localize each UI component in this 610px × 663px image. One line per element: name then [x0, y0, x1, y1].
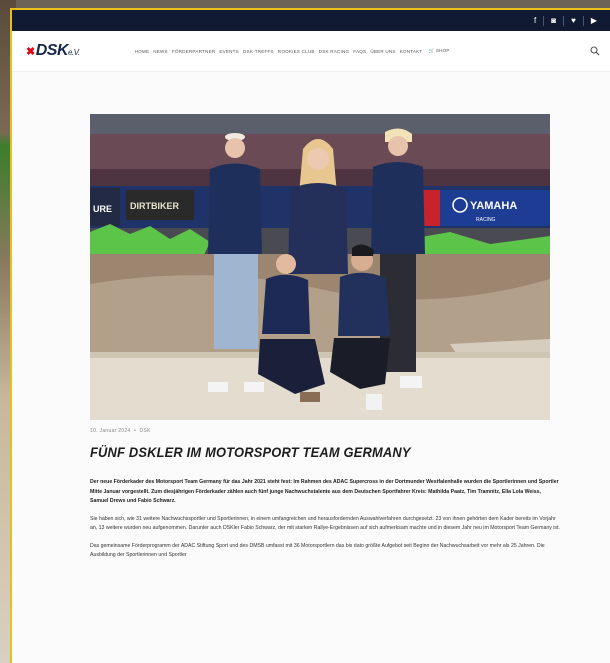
banner-ure: URE [93, 204, 112, 214]
social-topbar: f ◙ ♥ ▶ [12, 10, 610, 31]
facebook-icon[interactable]: f [527, 16, 543, 26]
banner-dirtbiker: DIRTBIKER [130, 201, 179, 211]
banner-racing: RACING [476, 217, 496, 223]
article: 10. Januar 2024 • DSK Fünf DSKler im Mot… [90, 428, 560, 561]
menu-item-rookies-club[interactable]: Rookies Club [278, 49, 315, 54]
search-icon[interactable] [590, 46, 600, 56]
menu-item-faqs[interactable]: FAQs [353, 49, 366, 54]
menu-item-news[interactable]: News [153, 49, 168, 54]
menu-item-ueber-uns[interactable]: Über uns [370, 49, 395, 54]
twitter-icon[interactable]: ♥ [563, 15, 583, 26]
cart-icon: 🛒 [428, 48, 435, 53]
hero-image: URE DIRTBIKER YAMAHA RACING [90, 114, 550, 420]
article-paragraph: Das gemeinsame Förderprogramm der ADAC S… [90, 542, 545, 559]
youtube-icon[interactable]: ▶ [582, 15, 604, 26]
article-date: 10. Januar 2024 [90, 428, 131, 434]
menu-item-events[interactable]: Events [219, 49, 239, 54]
menu-item-home[interactable]: Home [135, 49, 150, 54]
article-lead: Der neue Förderkader des Motorsport Team… [90, 479, 559, 504]
main-navigation: ✖DSKe.V. Home News Förderpartner Events … [12, 31, 610, 72]
article-paragraph: Sie haben sich, wie 31 weitere Nachwuchs… [90, 515, 560, 532]
browser-page: f ◙ ♥ ▶ ✖DSKe.V. Home News Förderpartner… [10, 8, 610, 663]
menu-item-dsk-racing[interactable]: DSK Racing [319, 49, 350, 54]
menu-item-kontakt[interactable]: Kontakt [400, 49, 423, 54]
shop-label: Shop [435, 48, 450, 53]
menu-item-dsk-treffs[interactable]: DSK-Treffs [243, 49, 274, 54]
logo-suffix: e.V. [68, 48, 80, 57]
article-meta: 10. Januar 2024 • DSK [90, 428, 560, 434]
logo-mark-icon: ✖ [26, 46, 35, 58]
article-category[interactable]: DSK [139, 428, 150, 434]
dsk-logo[interactable]: ✖DSKe.V. [26, 42, 80, 60]
instagram-icon[interactable]: ◙ [543, 15, 563, 26]
article-title: Fünf DSKler im Motorsport Team Germany [90, 444, 411, 460]
menu-item-foerderpartner[interactable]: Förderpartner [172, 49, 216, 54]
shop-link[interactable]: 🛒 Shop [426, 48, 449, 54]
logo-text: DSK [35, 42, 69, 59]
banner-yamaha: YAMAHA [470, 200, 517, 212]
menu-list: Home News Förderpartner Events DSK-Treff… [135, 48, 450, 54]
